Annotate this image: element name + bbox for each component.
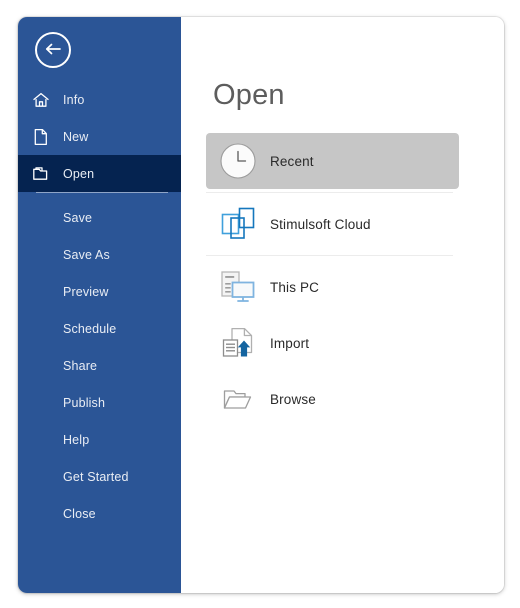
open-item-stimulsoft-cloud[interactable]: Stimulsoft Cloud [206, 196, 459, 252]
sidebar-item-publish[interactable]: Publish [18, 384, 181, 421]
open-item-label: Recent [270, 153, 314, 169]
sidebar-item-label: Save As [63, 247, 110, 262]
open-item-browse[interactable]: Browse [206, 371, 459, 427]
clock-icon [220, 143, 256, 179]
sidebar-item-label: Close [63, 506, 96, 521]
open-item-label: Import [270, 335, 310, 351]
open-item-label: Browse [270, 391, 316, 407]
sidebar-item-new[interactable]: New [18, 118, 181, 155]
sidebar-item-info[interactable]: Info [18, 81, 181, 118]
page-icon [32, 128, 56, 146]
sidebar-item-open[interactable]: Open [18, 155, 181, 192]
page-title: Open [213, 79, 285, 111]
folder-icon [32, 165, 56, 183]
sidebar-item-label: Get Started [63, 469, 129, 484]
open-item-this-pc[interactable]: This PC [206, 259, 459, 315]
cloud-windows-icon [220, 206, 256, 242]
open-item-recent[interactable]: Recent [206, 133, 459, 189]
backstage-window: Info New Open Save Save As Preview Schedule Sha… [18, 17, 504, 593]
sidebar-item-label: Share [63, 358, 98, 373]
sidebar-item-save-as[interactable]: Save As [18, 236, 181, 273]
sidebar-item-label: Publish [63, 395, 106, 410]
sidebar-item-help[interactable]: Help [18, 421, 181, 458]
sidebar-item-label: Info [63, 92, 85, 107]
sidebar-nav: Info New Open Save Save As Preview Schedule Sha… [18, 81, 181, 532]
sidebar-item-label: New [63, 129, 89, 144]
sidebar-item-label: Preview [63, 284, 109, 299]
sidebar-item-label: Schedule [63, 321, 117, 336]
back-arrow-button[interactable] [35, 32, 71, 68]
sidebar-item-share[interactable]: Share [18, 347, 181, 384]
open-folder-icon [220, 381, 256, 417]
main-content: Open Recent Stimulsoft Cloud This PC Import… [181, 17, 504, 593]
open-list-divider [206, 255, 453, 256]
back-arrow-icon [44, 41, 62, 60]
open-locations-list: Recent Stimulsoft Cloud This PC Import Brows… [206, 133, 459, 427]
open-item-import[interactable]: Import [206, 315, 459, 371]
sidebar-item-label: Open [63, 166, 95, 181]
computer-icon [220, 269, 256, 305]
sidebar-item-close[interactable]: Close [18, 495, 181, 532]
sidebar: Info New Open Save Save As Preview Schedule Sha… [18, 17, 181, 593]
sidebar-item-get-started[interactable]: Get Started [18, 458, 181, 495]
sidebar-item-save[interactable]: Save [18, 199, 181, 236]
open-item-label: This PC [270, 279, 320, 295]
open-item-label: Stimulsoft Cloud [270, 216, 371, 232]
sidebar-item-preview[interactable]: Preview [18, 273, 181, 310]
sidebar-item-schedule[interactable]: Schedule [18, 310, 181, 347]
open-list-divider [206, 192, 453, 193]
import-document-icon [220, 325, 256, 361]
sidebar-item-label: Help [63, 432, 90, 447]
sidebar-item-label: Save [63, 210, 93, 225]
home-icon [32, 91, 56, 109]
